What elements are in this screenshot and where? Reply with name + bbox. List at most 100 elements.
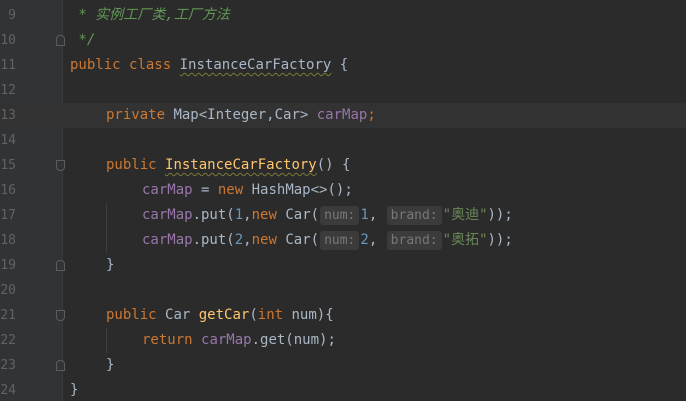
- indent-guide: [106, 203, 107, 253]
- code-punctuation: ));: [487, 207, 513, 223]
- comment-text: */: [70, 32, 96, 48]
- keyword: int: [257, 307, 284, 323]
- code-text[interactable]: }: [106, 253, 114, 278]
- keyword: public: [70, 57, 121, 73]
- parameter-hint: num:: [320, 231, 360, 250]
- code-text[interactable]: private Map<Integer,Car> carMap;: [106, 103, 376, 128]
- line-number: 17: [0, 208, 16, 223]
- code-line-current[interactable]: 13 private Map<Integer,Car> carMap;: [0, 103, 686, 128]
- keyword: return: [142, 332, 193, 348]
- code-text[interactable]: carMap.put(2,new Car(num: 2, brand: "奥拓"))…: [142, 228, 513, 253]
- closing-brace: }: [106, 357, 115, 373]
- code-line[interactable]: 9 * 实例工厂类,工厂方法: [0, 3, 686, 28]
- code-text[interactable]: public Car getCar(int num){: [106, 303, 334, 328]
- field-name: carMap: [142, 207, 193, 223]
- code-expression: .get(num);: [251, 332, 336, 348]
- line-number: 15: [0, 158, 16, 173]
- code-line[interactable]: 24 }: [0, 378, 686, 401]
- fold-end-icon[interactable]: [56, 260, 65, 271]
- method-name: getCar: [198, 307, 250, 323]
- code-text[interactable]: public class InstanceCarFactory {: [70, 53, 348, 78]
- closing-brace: }: [70, 382, 79, 398]
- keyword: new: [251, 232, 277, 248]
- comment-text: * 实例工厂类,工厂方法: [70, 7, 230, 23]
- code-line[interactable]: 17 carMap.put(1,new Car(num: 1, brand: "奥迪…: [0, 203, 686, 228]
- code-punctuation: ));: [487, 232, 513, 248]
- indent-guide: [106, 328, 107, 353]
- keyword: public: [106, 157, 157, 173]
- number-literal: 2: [234, 232, 244, 248]
- line-number: 18: [0, 233, 16, 248]
- code-line[interactable]: 14: [0, 128, 686, 153]
- parameter-hint: brand:: [386, 231, 442, 250]
- fold-end-icon[interactable]: [56, 360, 65, 371]
- string-literal: "奥迪": [442, 207, 488, 223]
- code-line[interactable]: 23 }: [0, 353, 686, 378]
- parameter-list: num){: [283, 307, 334, 323]
- code-text[interactable]: * 实例工厂类,工厂方法: [70, 3, 230, 28]
- fold-end-icon[interactable]: [56, 35, 65, 46]
- constructor-call: Car(: [276, 207, 320, 223]
- line-number: 12: [0, 83, 16, 98]
- code-text[interactable]: public InstanceCarFactory() {: [106, 153, 350, 178]
- code-text[interactable]: return carMap.get(num);: [142, 328, 336, 353]
- keyword: public: [106, 307, 157, 323]
- parameter-hint: brand:: [386, 206, 442, 225]
- code-line[interactable]: 16 carMap = new HashMap<>();: [0, 178, 686, 203]
- code-expression: HashMap<>();: [243, 182, 353, 198]
- line-number: 11: [0, 58, 16, 73]
- field-name: carMap: [142, 182, 193, 198]
- code-text[interactable]: */: [70, 28, 95, 53]
- field-name: carMap: [316, 107, 368, 123]
- code-text[interactable]: }: [70, 378, 78, 401]
- code-line[interactable]: 22 return carMap.get(num);: [0, 328, 686, 353]
- fold-start-icon[interactable]: [56, 160, 65, 171]
- line-number: 9: [8, 8, 16, 23]
- string-literal: "奥拓": [442, 232, 488, 248]
- line-number: 23: [0, 358, 16, 373]
- code-punctuation: ,: [243, 232, 252, 248]
- line-number: 13: [0, 108, 16, 123]
- method-call: .put(: [192, 232, 235, 248]
- method-call: .put(: [192, 207, 235, 223]
- line-number: 22: [0, 333, 16, 348]
- field-name: carMap: [201, 332, 252, 348]
- code-line[interactable]: 19 }: [0, 253, 686, 278]
- keyword: new: [217, 182, 244, 198]
- code-line[interactable]: 20: [0, 278, 686, 303]
- keyword: private: [106, 107, 166, 123]
- line-number: 16: [0, 183, 16, 198]
- type-name: Car: [165, 307, 191, 323]
- code-line[interactable]: 15 public InstanceCarFactory() {: [0, 153, 686, 178]
- keyword: class: [129, 57, 172, 73]
- code-punctuation: ;: [367, 107, 376, 123]
- code-punctuation: (: [249, 307, 258, 323]
- fold-start-icon[interactable]: [56, 310, 65, 321]
- code-line[interactable]: 18 carMap.put(2,new Car(num: 2, brand: "奥拓…: [0, 228, 686, 253]
- code-punctuation: ,: [243, 207, 252, 223]
- closing-brace: }: [106, 257, 115, 273]
- number-literal: 1: [360, 207, 369, 223]
- number-literal: 2: [360, 232, 369, 248]
- line-number: 20: [0, 283, 16, 298]
- code-line[interactable]: 11 public class InstanceCarFactory {: [0, 53, 686, 78]
- code-line[interactable]: 12: [0, 78, 686, 103]
- code-punctuation: {: [331, 57, 349, 73]
- line-number: 21: [0, 308, 16, 323]
- code-punctuation: () {: [316, 157, 351, 173]
- code-text[interactable]: carMap = new HashMap<>();: [142, 178, 353, 203]
- code-operator: =: [192, 182, 218, 198]
- code-editor[interactable]: 9 * 实例工厂类,工厂方法 10 */ 11 public class Ins…: [0, 0, 686, 401]
- code-text[interactable]: }: [106, 353, 114, 378]
- line-number: 19: [0, 258, 16, 273]
- line-number: 14: [0, 133, 16, 148]
- keyword: new: [251, 207, 277, 223]
- type-name: Map<Integer,Car>: [173, 107, 309, 123]
- line-number: 10: [0, 33, 16, 48]
- code-text[interactable]: carMap.put(1,new Car(num: 1, brand: "奥迪"))…: [142, 203, 513, 228]
- constructor-name: InstanceCarFactory: [165, 157, 317, 173]
- class-name: InstanceCarFactory: [179, 57, 332, 73]
- code-line[interactable]: 21 public Car getCar(int num){: [0, 303, 686, 328]
- code-line[interactable]: 10 */: [0, 28, 686, 53]
- number-literal: 1: [234, 207, 244, 223]
